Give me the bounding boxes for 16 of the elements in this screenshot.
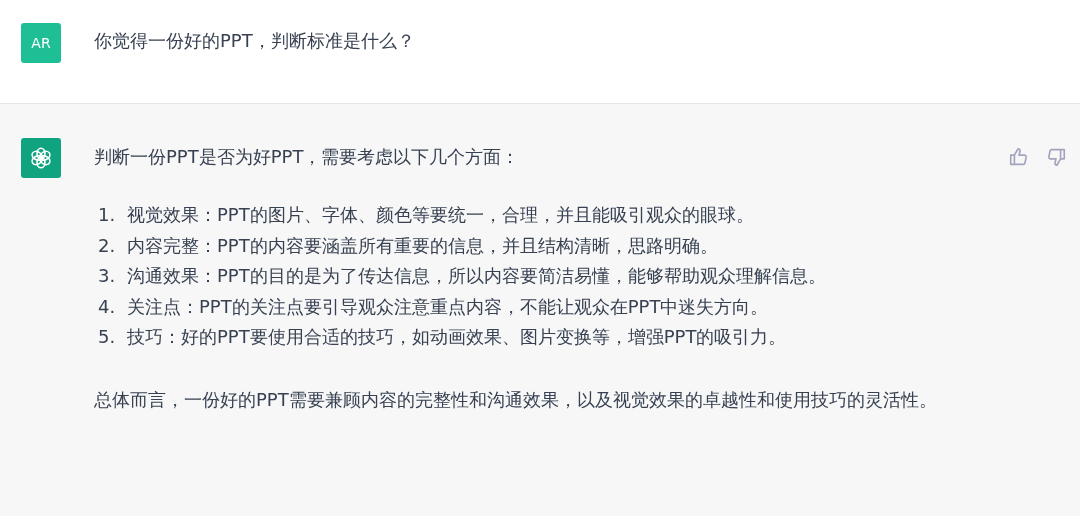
list-item-text: 视觉效果：PPT的图片、字体、颜色等要统一，合理，并且能吸引观众的眼球。 bbox=[127, 203, 754, 227]
user-message: 你觉得一份好的PPT，判断标准是什么？ bbox=[94, 29, 415, 53]
list-item-text: 技巧：好的PPT要使用合适的技巧，如动画效果、图片变换等，增强PPT的吸引力。 bbox=[127, 325, 787, 349]
list-number: 1. bbox=[97, 203, 117, 227]
thumbs-up-icon[interactable] bbox=[1008, 146, 1030, 168]
list-item-text: 关注点：PPT的关注点要引导观众注意重点内容，不能让观众在PPT中迷失方向。 bbox=[127, 294, 769, 319]
thumbs-down-icon[interactable] bbox=[1045, 146, 1067, 168]
list-number: 4. bbox=[97, 294, 117, 319]
list-item-text: 内容完整：PPT的内容要涵盖所有重要的信息，并且结构清晰，思路明确。 bbox=[127, 233, 718, 258]
user-avatar: AR bbox=[21, 23, 61, 63]
list-number: 3. bbox=[97, 264, 117, 288]
list-number: 2. bbox=[97, 233, 117, 258]
list-item-text: 沟通效果：PPT的目的是为了传达信息，所以内容要简洁易懂，能够帮助观众理解信息。 bbox=[127, 264, 826, 288]
response-summary: 总体而言，一份好的PPT需要兼顾内容的完整性和沟通效果，以及视觉效果的卓越性和使用技巧的灵活性。 bbox=[94, 387, 938, 412]
list-number: 5. bbox=[97, 325, 117, 349]
response-intro: 判断一份PPT是否为好PPT，需要考虑以下几个方面： bbox=[94, 145, 521, 169]
